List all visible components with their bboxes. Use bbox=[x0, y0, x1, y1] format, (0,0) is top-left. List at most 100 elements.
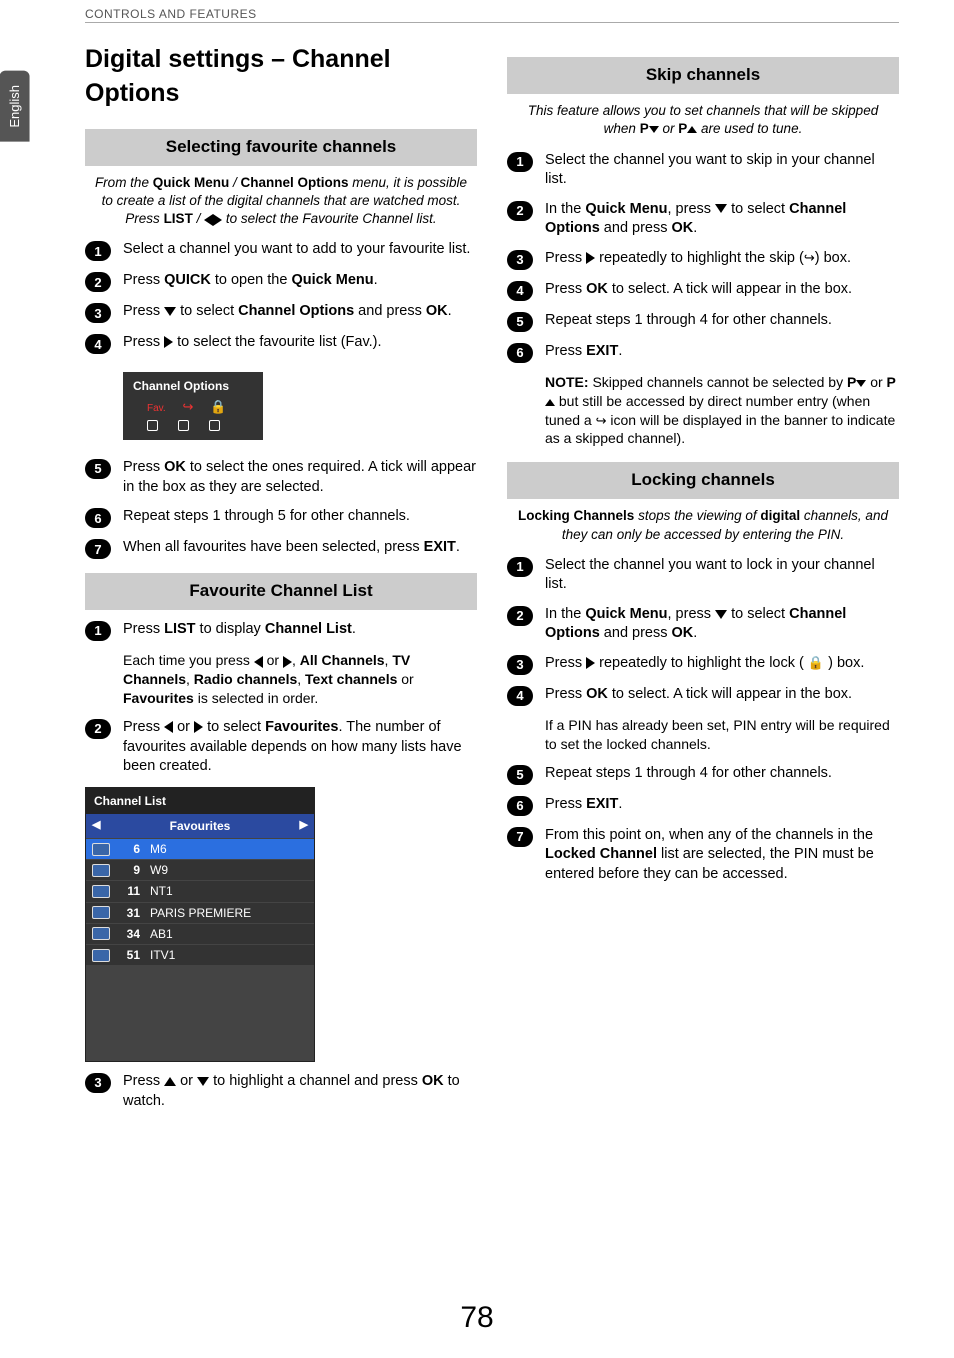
right-arrow-icon bbox=[164, 336, 173, 348]
step-badge: 5 bbox=[85, 459, 111, 479]
step-badge: 5 bbox=[507, 312, 533, 332]
channel-row: 11 NT1 bbox=[86, 880, 314, 901]
step-1: 1 Select the channel you want to lock in … bbox=[507, 556, 899, 595]
step-text: Press QUICK to open the Quick Menu. bbox=[123, 271, 477, 291]
note-skip: NOTE: Skipped channels cannot be selecte… bbox=[545, 373, 899, 449]
step-6: 6Press EXIT. bbox=[507, 795, 899, 816]
up-arrow-icon bbox=[164, 1077, 176, 1086]
header-section: CONTROLS AND FEATURES bbox=[85, 6, 954, 22]
intro-lock: Locking Channels stops the viewing of di… bbox=[513, 507, 893, 543]
channel-number: 9 bbox=[118, 862, 140, 878]
step-badge: 3 bbox=[85, 1073, 111, 1093]
intro-favourites: From the Quick Menu / Channel Options me… bbox=[91, 174, 471, 229]
step-text: Select the channel you want to lock in y… bbox=[545, 556, 899, 595]
chevron-up-icon bbox=[687, 126, 697, 133]
step-4: 4Press OK to select. A tick will appear … bbox=[507, 280, 899, 301]
step-badge: 4 bbox=[507, 686, 533, 706]
step-badge: 2 bbox=[85, 272, 111, 292]
step-badge: 7 bbox=[85, 539, 111, 559]
down-arrow-icon bbox=[715, 204, 727, 213]
channel-row: 31PARIS PREMIERE bbox=[86, 902, 314, 923]
step-text: Press to select the favourite list (Fav.… bbox=[123, 333, 477, 353]
step-text: Press EXIT. bbox=[545, 795, 899, 815]
step-text: Press or to select Favourites. The numbe… bbox=[123, 718, 477, 777]
step-text: Repeat steps 1 through 4 for other chann… bbox=[545, 311, 899, 331]
down-arrow-icon bbox=[715, 610, 727, 619]
step-text: Repeat steps 1 through 5 for other chann… bbox=[123, 507, 477, 527]
step-text: In the Quick Menu, press to select Chann… bbox=[545, 200, 899, 239]
left-arrow-icon bbox=[254, 656, 263, 668]
channel-name: AB1 bbox=[150, 926, 173, 942]
step-badge: 3 bbox=[85, 303, 111, 323]
skip-icon: ↪ bbox=[596, 413, 607, 428]
checkbox-icon bbox=[178, 420, 189, 431]
step-subtext: Each time you press or , All Channels, T… bbox=[123, 651, 477, 708]
step-badge: 3 bbox=[507, 250, 533, 270]
right-column: Skip channels This feature allows you to… bbox=[507, 43, 899, 1121]
step-badge: 6 bbox=[85, 508, 111, 528]
fav-label: Fav. bbox=[147, 403, 166, 414]
step-4: 4 Press to select the favourite list (Fa… bbox=[85, 333, 477, 354]
section-selecting-favourites: Selecting favourite channels bbox=[85, 129, 477, 166]
panel-title: Channel Options bbox=[133, 378, 253, 394]
step-text: From this point on, when any of the chan… bbox=[545, 826, 899, 885]
step-2: 2In the Quick Menu, press to select Chan… bbox=[507, 200, 899, 239]
channel-row: 51ITV1 bbox=[86, 944, 314, 965]
right-arrow-icon bbox=[213, 214, 222, 226]
checkbox-icon bbox=[209, 420, 220, 431]
channel-name: PARIS PREMIERE bbox=[150, 905, 251, 921]
step-6: 6Press EXIT. bbox=[507, 342, 899, 363]
channel-list-panel: Channel List ◀ Favourites ▶ 6M69W911NT13… bbox=[85, 787, 315, 1063]
step-5: 5 Repeat steps 1 through 4 for other chan… bbox=[507, 311, 899, 332]
step-7: 7 When all favourites have been selected… bbox=[85, 538, 477, 559]
step-3: 3 Press to select Channel Options and pr… bbox=[85, 302, 477, 323]
step-3: 3Press repeatedly to highlight the lock … bbox=[507, 654, 899, 675]
intro-skip: This feature allows you to set channels … bbox=[513, 102, 893, 138]
step-badge: 7 bbox=[507, 827, 533, 847]
channel-options-panel: Channel Options Fav. ↪ 🔒 bbox=[123, 372, 263, 440]
channel-number: 34 bbox=[118, 926, 140, 942]
step-badge: 2 bbox=[507, 606, 533, 626]
step-badge: 1 bbox=[85, 621, 111, 641]
step-badge: 5 bbox=[507, 765, 533, 785]
channel-list-tab: ◀ Favourites ▶ bbox=[86, 814, 314, 838]
step-text: Press OK to select. A tick will appear i… bbox=[545, 685, 899, 705]
channel-row: 6M6 bbox=[86, 838, 314, 859]
step-badge: 4 bbox=[85, 334, 111, 354]
skip-icon: ↪ bbox=[804, 250, 815, 265]
tv-icon bbox=[92, 885, 110, 898]
language-tab: English bbox=[0, 71, 30, 142]
step-7: 7 From this point on, when any of the cha… bbox=[507, 826, 899, 885]
channel-name: W9 bbox=[150, 862, 168, 878]
step-5: 5Repeat steps 1 through 4 for other chan… bbox=[507, 764, 899, 785]
step-5: 5 Press OK to select the ones required. … bbox=[85, 458, 477, 497]
step-badge: 2 bbox=[85, 719, 111, 739]
channel-row: 9 W9 bbox=[86, 859, 314, 880]
step-6: 6 Repeat steps 1 through 5 for other cha… bbox=[85, 507, 477, 528]
step-1: 1 Press LIST to display Channel List. bbox=[85, 620, 477, 641]
step-badge: 1 bbox=[507, 557, 533, 577]
lock-icon: 🔒 bbox=[808, 655, 824, 670]
tv-icon bbox=[92, 843, 110, 856]
channel-name: NT1 bbox=[150, 883, 173, 899]
left-arrow-icon bbox=[204, 214, 213, 226]
step-4: 4 Press OK to select. A tick will appear … bbox=[507, 685, 899, 706]
page-title: Digital settings – Channel Options bbox=[85, 43, 477, 111]
step-badge: 1 bbox=[507, 152, 533, 172]
step-badge: 3 bbox=[507, 655, 533, 675]
channel-number: 11 bbox=[118, 883, 140, 899]
step-2: 2 Press or to select Favourites. The num… bbox=[85, 718, 477, 777]
chevron-down-icon bbox=[856, 380, 866, 387]
step-badge: 4 bbox=[507, 281, 533, 301]
step-text: Press repeatedly to highlight the skip (… bbox=[545, 249, 899, 269]
channel-row: 34 AB1 bbox=[86, 923, 314, 944]
skip-icon: ↪ bbox=[183, 399, 194, 414]
tv-icon bbox=[92, 949, 110, 962]
channel-name: M6 bbox=[150, 841, 167, 857]
tv-icon bbox=[92, 927, 110, 940]
page-number: 78 bbox=[0, 1298, 954, 1339]
step-text: Press OK to select the ones required. A … bbox=[123, 458, 477, 497]
step-text: Press LIST to display Channel List. bbox=[123, 620, 477, 640]
step-2: 2In the Quick Menu, press to select Chan… bbox=[507, 605, 899, 644]
step-2: 2 Press QUICK to open the Quick Menu. bbox=[85, 271, 477, 292]
